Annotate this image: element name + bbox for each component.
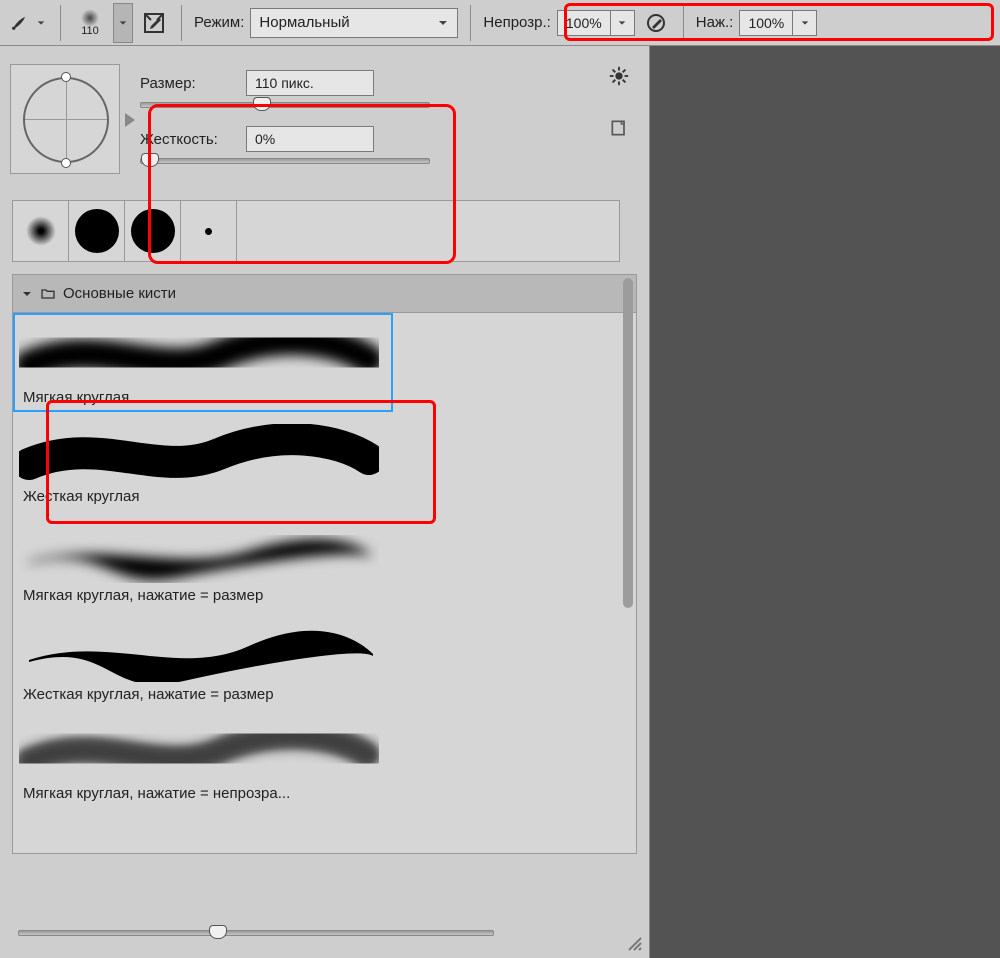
size-slider-thumb[interactable] xyxy=(253,97,271,111)
separator xyxy=(470,5,471,41)
brush-size-number: 110 xyxy=(81,25,99,37)
new-preset-button[interactable] xyxy=(605,114,633,142)
brush-list: Основные кисти Мягкая круглая Жесткая кру… xyxy=(12,274,637,854)
opacity-label: Непрозр.: xyxy=(483,14,550,31)
scrollbar[interactable] xyxy=(623,278,633,608)
angle-handle-top[interactable] xyxy=(61,72,71,82)
brush-tip-controls: Размер: 110 пикс. Жесткость: 0% xyxy=(0,46,649,192)
recent-brush-1[interactable] xyxy=(13,201,69,261)
size-label: Размер: xyxy=(140,75,232,92)
brush-preset-label: Мягкая круглая, нажатие = размер xyxy=(19,585,391,606)
options-bar: 110 Режим: Нормальный Непрозр.: 100% Наж… xyxy=(0,0,1000,46)
blend-mode-select[interactable]: Нормальный xyxy=(250,8,458,38)
blend-mode-value: Нормальный xyxy=(259,14,349,31)
brush-preset-label: Жесткая круглая xyxy=(19,486,391,507)
tool-preset-dropdown[interactable] xyxy=(34,16,48,30)
recent-brushes xyxy=(12,200,620,262)
angle-arrow-icon xyxy=(123,111,137,129)
bottom-slider-thumb[interactable] xyxy=(209,925,227,939)
chevron-down-icon xyxy=(437,17,449,29)
hardness-label: Жесткость: xyxy=(140,131,232,148)
canvas-area[interactable] xyxy=(650,46,1000,958)
brush-sliders: Размер: 110 пикс. Жесткость: 0% xyxy=(140,64,639,182)
recent-brush-2[interactable] xyxy=(69,201,125,261)
brush-preset-label: Мягкая круглая, нажатие = непрозра... xyxy=(19,783,391,804)
recent-brush-3[interactable] xyxy=(125,201,181,261)
brush-preset-item[interactable]: Жесткая круглая, нажатие = размер xyxy=(13,610,393,709)
brush-preset-label: Жесткая круглая, нажатие = размер xyxy=(19,684,391,705)
recent-brush-empty xyxy=(237,201,619,261)
brush-preset-item[interactable]: Мягкая круглая, нажатие = непрозра... xyxy=(13,709,393,808)
brush-angle-widget[interactable] xyxy=(10,64,120,174)
hardness-slider[interactable] xyxy=(140,158,430,164)
brush-folder-header[interactable]: Основные кисти xyxy=(13,275,636,313)
recent-brush-4[interactable] xyxy=(181,201,237,261)
brush-preset-item[interactable]: Мягкая круглая, нажатие = размер xyxy=(13,511,393,610)
hardness-slider-thumb[interactable] xyxy=(141,153,159,167)
size-slider[interactable] xyxy=(140,102,430,108)
mode-label: Режим: xyxy=(194,14,244,31)
hardness-input[interactable]: 0% xyxy=(246,126,374,152)
brush-preset-panel: Размер: 110 пикс. Жесткость: 0% xyxy=(0,46,650,958)
size-input[interactable]: 110 пикс. xyxy=(246,70,374,96)
brush-preset-label: Мягкая круглая xyxy=(19,387,391,408)
folder-name: Основные кисти xyxy=(63,285,176,302)
separator xyxy=(60,5,61,41)
folder-icon xyxy=(39,286,57,302)
resize-grip[interactable] xyxy=(623,932,643,952)
panel-menu-button[interactable] xyxy=(605,62,633,90)
bottom-size-slider[interactable] xyxy=(18,930,494,936)
highlight-annotation xyxy=(564,3,994,41)
angle-handle-bottom[interactable] xyxy=(61,158,71,168)
brush-preset-item[interactable]: Мягкая круглая xyxy=(13,313,393,412)
brush-tool-icon[interactable] xyxy=(10,14,28,32)
brush-preview[interactable]: 110 xyxy=(73,6,107,40)
separator xyxy=(181,5,182,41)
brush-preset-item[interactable]: Жесткая круглая xyxy=(13,412,393,511)
brush-settings-toggle[interactable] xyxy=(139,8,169,38)
brush-preset-dropdown[interactable] xyxy=(113,3,133,43)
chevron-down-icon xyxy=(21,288,33,300)
